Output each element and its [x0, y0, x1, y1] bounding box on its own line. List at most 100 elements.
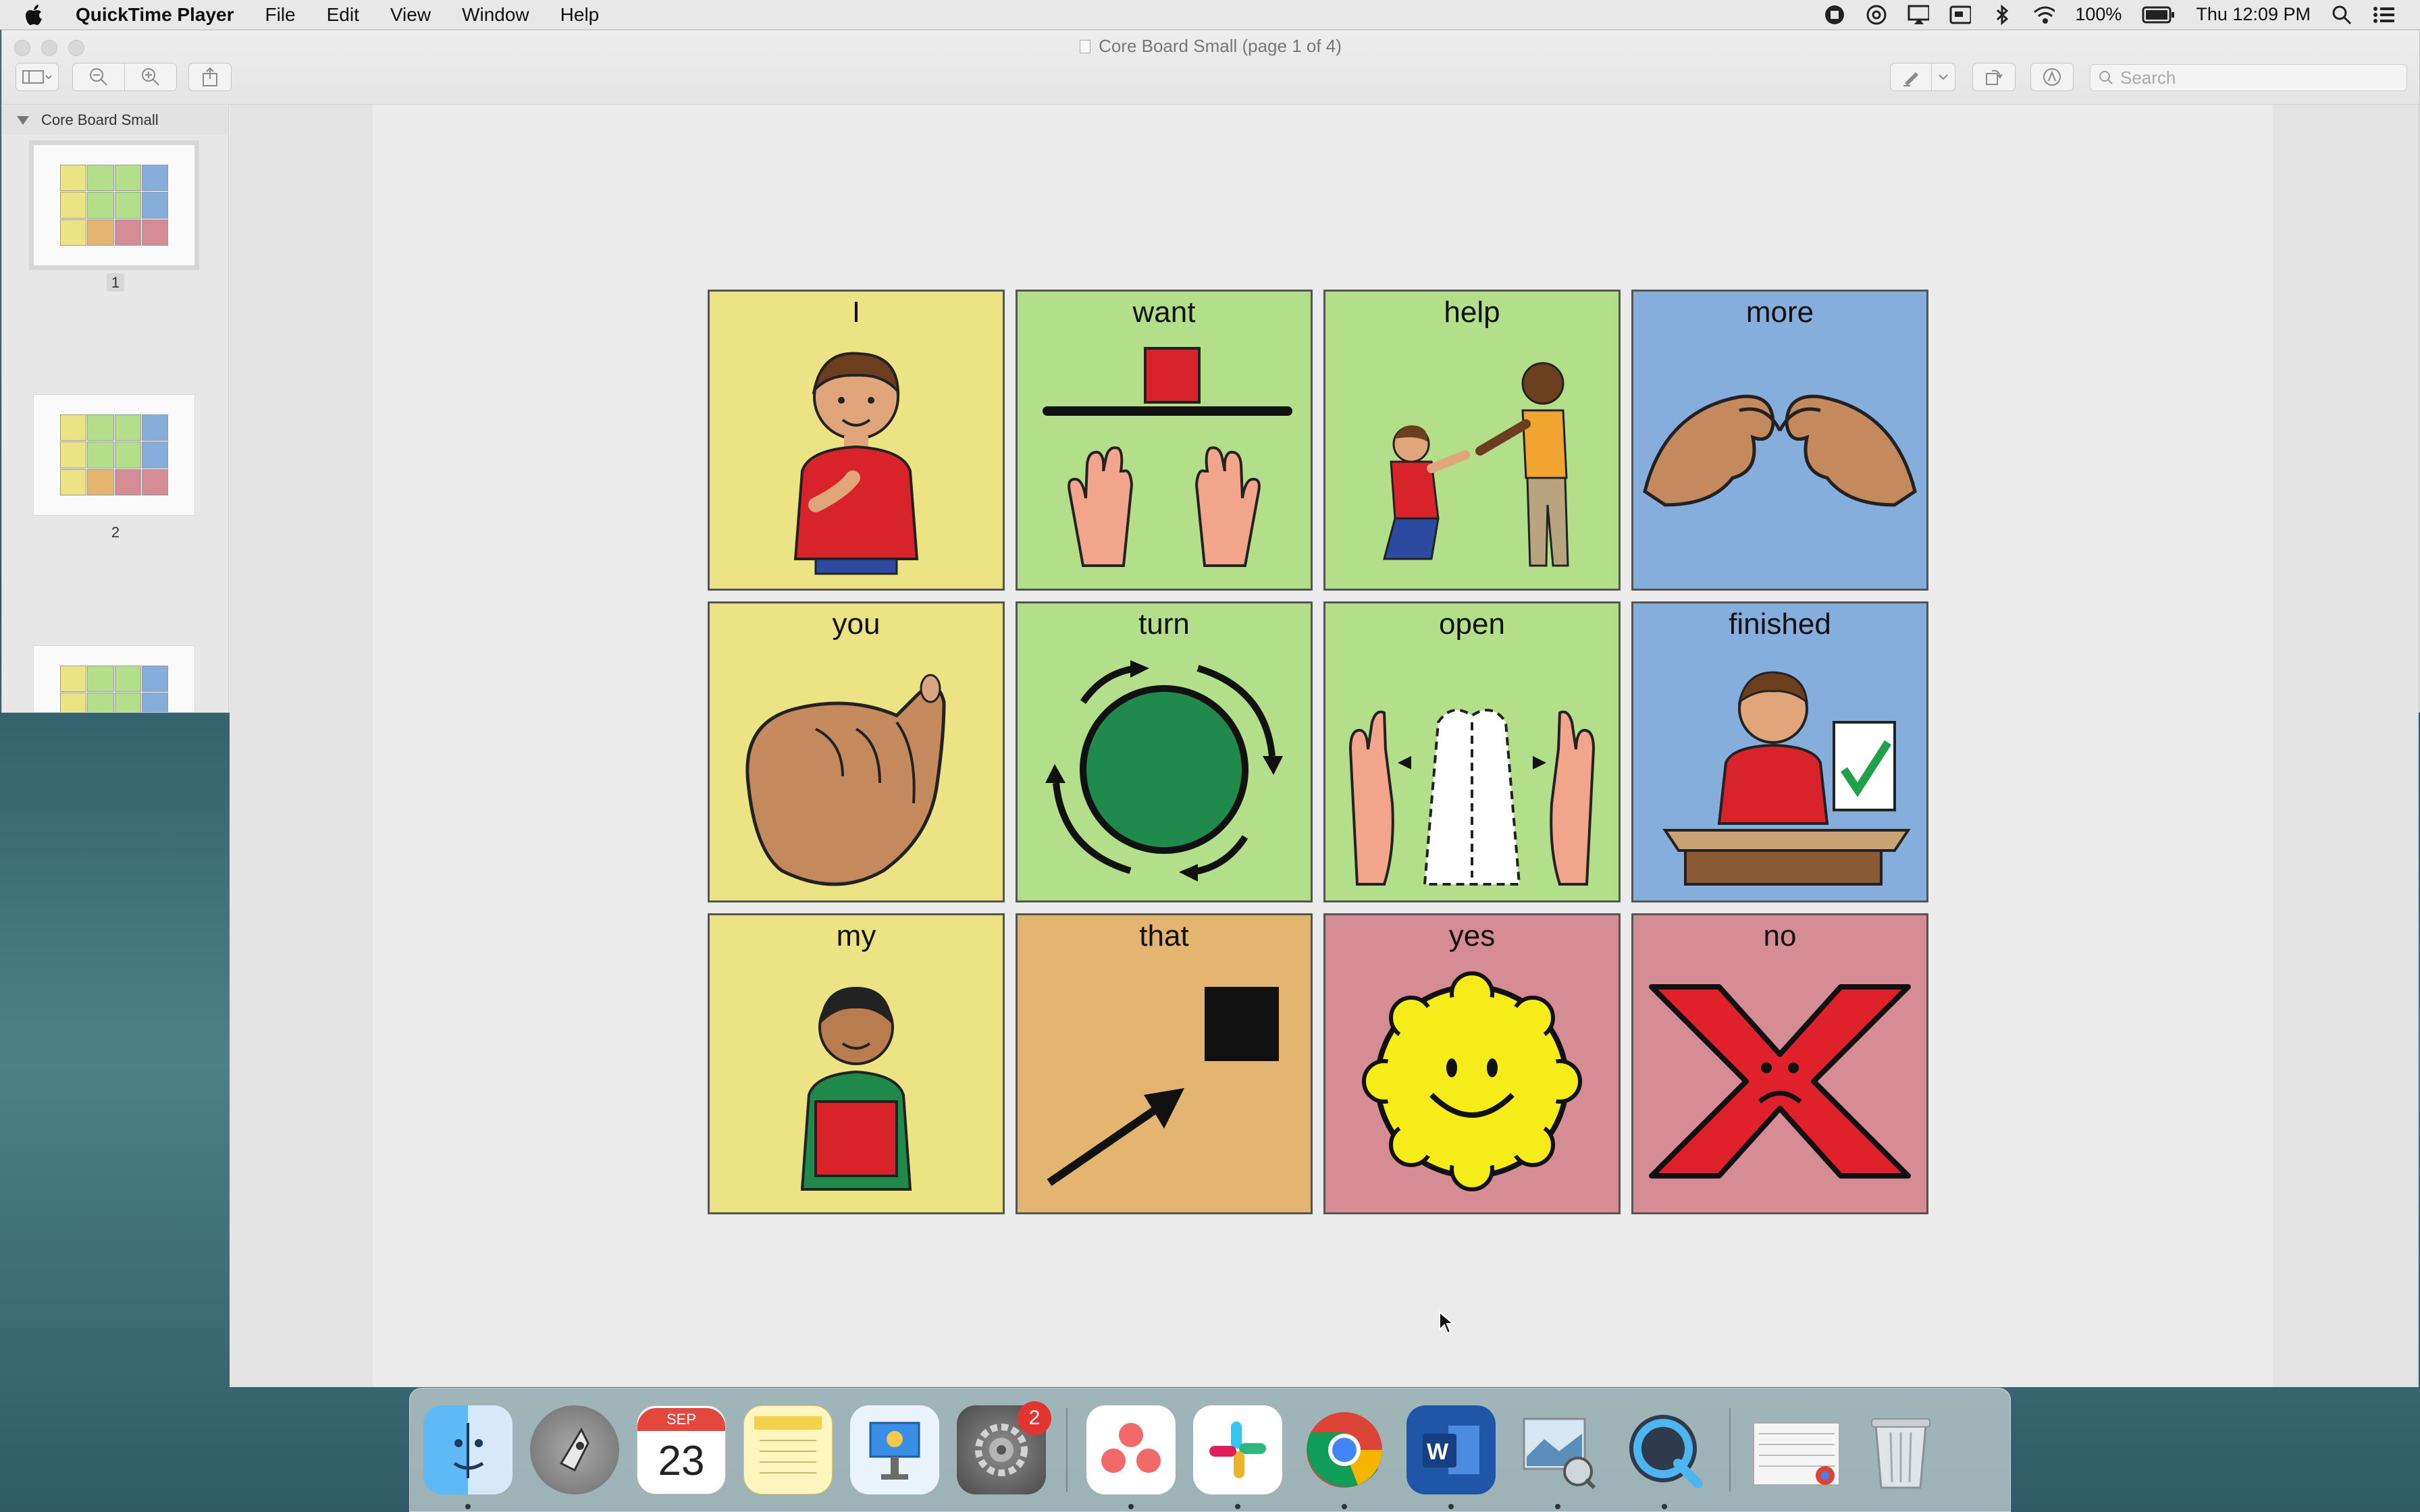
screen-record-stop-icon[interactable] [1824, 4, 1845, 26]
menubar-clock[interactable]: Thu 12:09 PM [2196, 4, 2311, 25]
asana-icon[interactable] [1086, 1405, 1176, 1509]
page-number-2: 2 [111, 524, 120, 541]
page-thumbnail-2[interactable] [33, 394, 195, 516]
menu-edit[interactable]: Edit [327, 4, 359, 26]
running-indicator [1662, 1504, 1667, 1509]
cell-label: you [832, 608, 880, 641]
thumbnail-list: 1 2 3 [2, 135, 229, 712]
preview-icon[interactable] [1513, 1405, 1602, 1509]
menu-window[interactable]: Window [462, 4, 529, 26]
cell-label: want [1132, 296, 1196, 329]
app-menu[interactable]: QuickTime Player [76, 4, 234, 26]
menu-view[interactable]: View [390, 4, 431, 26]
notes-icon[interactable] [743, 1405, 833, 1494]
share-button[interactable] [188, 63, 232, 91]
board-cell-no[interactable]: no [1631, 913, 1928, 1214]
turn-circle-arrows-icon [1045, 660, 1283, 882]
search-field[interactable] [2090, 64, 2407, 91]
that-arrow-square-icon [1047, 987, 1279, 1186]
calendar-month: SEP [637, 1408, 725, 1431]
page-thumbnail-3[interactable] [33, 645, 195, 712]
core-board-grid: I want help more you turn open finished … [708, 290, 1928, 1214]
markup-dropdown-chevron-icon[interactable] [1931, 63, 1955, 91]
toolbar [2, 61, 2419, 97]
board-cell-more[interactable]: more [1631, 290, 1928, 591]
search-icon [2099, 71, 2113, 84]
battery-icon[interactable] [2142, 4, 2176, 26]
document-area: I want help more you turn open finished … [230, 105, 2419, 1387]
creative-cloud-icon[interactable] [1866, 4, 1887, 26]
cell-label: my [836, 919, 876, 952]
board-cell-finished[interactable]: finished [1631, 601, 1928, 902]
slack-icon[interactable] [1193, 1405, 1282, 1509]
svg-text:W: W [1427, 1439, 1449, 1465]
window-title-wrap: Core Board Small (page 1 of 4) [2, 36, 2419, 57]
finder-icon[interactable] [423, 1405, 512, 1509]
calendar-icon[interactable]: SEP 23 [637, 1405, 726, 1494]
board-cell-that[interactable]: that [1016, 913, 1313, 1214]
markup-pen-icon[interactable] [1890, 63, 1932, 91]
title-bar: Core Board Small (page 1 of 4) [2, 30, 2419, 105]
spotlight-search-icon[interactable] [2331, 4, 2352, 26]
dock-separator [1729, 1408, 1731, 1492]
board-cell-my[interactable]: my [708, 913, 1005, 1214]
notification-center-icon[interactable] [2373, 4, 2394, 26]
cell-label: no [1763, 919, 1797, 952]
page-number-label: 1 [106, 273, 125, 292]
want-hands-icon [1043, 347, 1292, 567]
airplay-icon[interactable] [1908, 4, 1930, 26]
wifi-icon[interactable] [2033, 4, 2055, 26]
no-red-x-icon [1649, 984, 1911, 1179]
page-number-1: 1 [2, 273, 229, 292]
my-boy-hugging-book-icon [800, 987, 912, 1191]
running-indicator [1235, 1504, 1240, 1509]
board-cell-i[interactable]: I [708, 290, 1005, 591]
you-pointing-hand-icon [745, 674, 946, 886]
sidebar-document-name: Core Board Small [41, 111, 159, 128]
zoom-out-button[interactable] [72, 63, 125, 91]
yes-smiley-icon [1362, 971, 1582, 1191]
zoom-in-button[interactable] [124, 63, 177, 91]
calendar-day: 23 [658, 1438, 705, 1484]
board-cell-yes[interactable]: yes [1323, 913, 1621, 1214]
system-preferences-icon[interactable]: 2 [957, 1401, 1051, 1494]
search-input[interactable] [2120, 67, 2377, 88]
apple-menu-icon[interactable] [26, 4, 53, 26]
board-cell-you[interactable]: you [708, 601, 1005, 902]
cell-label: yes [1448, 919, 1496, 952]
mouse-cursor-icon [1438, 1310, 1455, 1339]
running-indicator [1128, 1504, 1134, 1509]
keynote-icon[interactable] [850, 1405, 939, 1494]
pdf-page: I want help more you turn open finished … [373, 105, 2273, 1387]
cell-label: open [1439, 608, 1505, 641]
chrome-icon[interactable] [1300, 1405, 1389, 1509]
bluetooth-icon[interactable] [1991, 4, 2013, 26]
running-indicator [465, 1504, 471, 1509]
markup-toolbar-button[interactable] [2030, 63, 2074, 91]
cell-label: finished [1729, 608, 1831, 641]
board-cell-help[interactable]: help [1323, 290, 1621, 591]
downloads-stack-icon[interactable] [1750, 1405, 1839, 1494]
disclosure-triangle-icon[interactable] [17, 115, 29, 125]
page-thumbnail-1[interactable] [33, 144, 195, 266]
help-people-icon [1383, 362, 1569, 567]
running-indicator [1342, 1504, 1347, 1509]
thumbnail-sidebar: Core Board Small 1 2 [2, 105, 229, 712]
cell-label: I [851, 296, 861, 329]
word-icon[interactable]: W [1406, 1405, 1496, 1509]
board-cell-want[interactable]: want [1016, 290, 1313, 591]
quicktime-icon[interactable] [1620, 1405, 1709, 1509]
display-icon[interactable] [1949, 4, 1972, 26]
sidebar-document-row[interactable]: Core Board Small [2, 105, 228, 135]
rotate-button[interactable] [1972, 63, 2016, 91]
boy-pointing-self-icon [793, 352, 919, 575]
menu-file[interactable]: File [265, 4, 296, 26]
board-cell-open[interactable]: open [1323, 601, 1621, 902]
menu-help[interactable]: Help [560, 4, 600, 26]
board-cell-turn[interactable]: turn [1016, 601, 1313, 902]
sidebar-toggle-button[interactable] [16, 63, 59, 91]
launchpad-icon[interactable] [530, 1405, 619, 1494]
running-indicator [1555, 1504, 1560, 1509]
trash-icon[interactable] [1856, 1405, 1945, 1494]
window-title: Core Board Small (page 1 of 4) [1099, 36, 1342, 56]
